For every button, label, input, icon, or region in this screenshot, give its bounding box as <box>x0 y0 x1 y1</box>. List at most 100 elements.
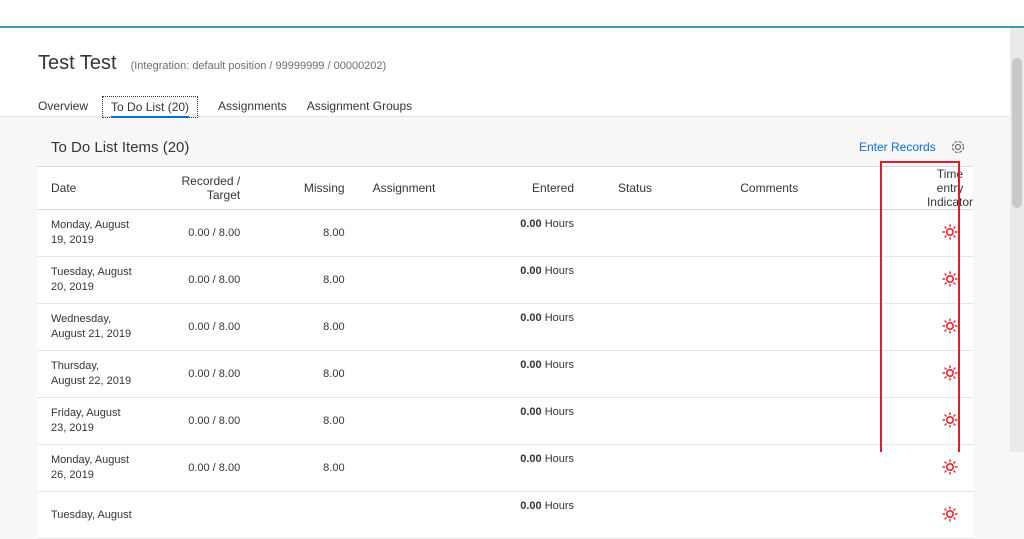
date-line1: Thursday, <box>51 360 100 372</box>
date-line1: Tuesday, August <box>51 266 132 278</box>
column-header-status[interactable]: Status <box>574 166 741 210</box>
shell-bar <box>0 0 1024 28</box>
cell-date: Friday, August 23, 2019 <box>37 397 148 445</box>
table-row[interactable]: Wednesday, August 21, 2019 0.00 / 8.00 8.00… <box>37 303 973 351</box>
sun-icon <box>942 223 958 240</box>
tab-to-do-list[interactable]: To Do List (20) <box>102 96 199 118</box>
cell-missing: 8.00 <box>240 350 345 398</box>
cell-recorded <box>147 491 241 539</box>
date-line1: Tuesday, August <box>51 508 132 521</box>
column-header-entered[interactable]: Entered <box>500 166 575 210</box>
table-row[interactable]: Monday, August 19, 2019 0.00 / 8.00 8.00 0.0… <box>37 209 973 257</box>
date-line2: 19, 2019 <box>51 234 94 246</box>
column-header-comments[interactable]: Comments <box>740 166 927 210</box>
cell-recorded: 0.00 / 8.00 <box>147 397 241 445</box>
table-row[interactable]: Tuesday, August 0.00 Hours <box>37 491 973 539</box>
sun-icon <box>942 364 958 381</box>
entered-value: 0.00 <box>520 406 542 418</box>
date-line1: Friday, August <box>51 407 121 419</box>
sun-icon <box>942 270 958 287</box>
cell-date: Thursday, August 22, 2019 <box>37 350 148 398</box>
tab-assignment-groups[interactable]: Assignment Groups <box>307 96 412 116</box>
entered-value: 0.00 <box>520 218 542 230</box>
column-header-recorded[interactable]: Recorded / Target <box>147 166 241 210</box>
indicator-header-line1: Time entry <box>936 167 964 195</box>
tab-assignments[interactable]: Assignments <box>218 96 287 116</box>
entered-unit: Hours <box>544 265 575 277</box>
date-line1: Monday, August <box>51 454 130 466</box>
date-line2: August 22, 2019 <box>51 375 132 387</box>
cell-assignment <box>344 350 501 398</box>
panel-title: To Do List Items (20) <box>51 139 190 156</box>
cell-assignment <box>344 397 501 445</box>
cell-date: Monday, August 19, 2019 <box>37 209 148 257</box>
cell-status <box>574 256 741 304</box>
object-header: Test Test (Integration: default position… <box>0 28 1010 118</box>
cell-status <box>574 209 741 257</box>
entered-unit: Hours <box>544 312 575 324</box>
cell-missing: 8.00 <box>240 209 345 257</box>
table-row[interactable]: Friday, August 23, 2019 0.00 / 8.00 8.00 0.0… <box>37 397 973 445</box>
cell-indicator[interactable] <box>926 303 973 351</box>
cell-entered: 0.00 Hours <box>500 491 575 539</box>
page-scrollbar[interactable] <box>1010 28 1024 452</box>
date-line2: August 21, 2019 <box>51 328 132 340</box>
cell-assignment <box>344 256 501 304</box>
table-row[interactable]: Thursday, August 22, 2019 0.00 / 8.00 8.00 0… <box>37 350 973 398</box>
cell-comments <box>740 491 927 539</box>
gear-icon[interactable] <box>949 138 967 156</box>
entered-value: 0.00 <box>520 500 542 512</box>
sun-icon <box>942 411 958 428</box>
cell-indicator[interactable] <box>926 256 973 304</box>
cell-comments <box>740 350 927 398</box>
cell-missing: 8.00 <box>240 256 345 304</box>
date-line1: Monday, August <box>51 219 130 231</box>
cell-recorded: 0.00 / 8.00 <box>147 350 241 398</box>
cell-entered: 0.00 Hours <box>500 209 575 257</box>
cell-indicator[interactable] <box>926 209 973 257</box>
sun-icon <box>942 317 958 334</box>
cell-assignment <box>344 209 501 257</box>
cell-recorded: 0.00 / 8.00 <box>147 303 241 351</box>
cell-indicator[interactable] <box>926 397 973 445</box>
table-row[interactable]: Tuesday, August 20, 2019 0.00 / 8.00 8.00 0.… <box>37 256 973 304</box>
tab-overview[interactable]: Overview <box>38 96 88 116</box>
cell-missing <box>240 491 345 539</box>
cell-status <box>574 397 741 445</box>
cell-status <box>574 303 741 351</box>
enter-records-link[interactable]: Enter Records <box>859 140 936 154</box>
cell-indicator[interactable] <box>926 350 973 398</box>
scrollbar-thumb[interactable] <box>1012 58 1022 208</box>
date-line2: 23, 2019 <box>51 422 94 434</box>
entered-unit: Hours <box>544 359 575 371</box>
cell-entered: 0.00 Hours <box>500 350 575 398</box>
column-header-indicator[interactable]: Time entry Indicator <box>926 166 973 210</box>
entered-value: 0.00 <box>520 359 542 371</box>
cell-entered: 0.00 Hours <box>500 256 575 304</box>
cell-indicator[interactable] <box>926 491 973 539</box>
cell-date: Wednesday, August 21, 2019 <box>37 303 148 351</box>
cell-recorded: 0.00 / 8.00 <box>147 209 241 257</box>
title-row: Test Test (Integration: default position… <box>38 52 386 75</box>
indicator-header-line2: Indicator <box>926 195 973 209</box>
sun-icon <box>942 458 958 475</box>
cell-status <box>574 491 741 539</box>
cell-missing: 8.00 <box>240 303 345 351</box>
entered-value: 0.00 <box>520 265 542 277</box>
entered-unit: Hours <box>544 406 575 418</box>
cell-status <box>574 350 741 398</box>
entered-value: 0.00 <box>520 453 542 465</box>
column-header-assignment[interactable]: Assignment <box>344 166 501 210</box>
to-do-list-panel: To Do List Items (20) Enter Records Date… <box>37 126 973 539</box>
cell-entered: 0.00 Hours <box>500 397 575 445</box>
cell-comments <box>740 256 927 304</box>
column-header-missing[interactable]: Missing <box>240 166 345 210</box>
date-line2: 20, 2019 <box>51 281 94 293</box>
date-line2: 26, 2019 <box>51 469 94 481</box>
cell-date: Tuesday, August 20, 2019 <box>37 256 148 304</box>
cell-assignment <box>344 491 501 539</box>
entered-unit: Hours <box>544 453 575 465</box>
cell-recorded: 0.00 / 8.00 <box>147 256 241 304</box>
column-header-date[interactable]: Date <box>37 166 148 210</box>
cell-missing: 8.00 <box>240 397 345 445</box>
